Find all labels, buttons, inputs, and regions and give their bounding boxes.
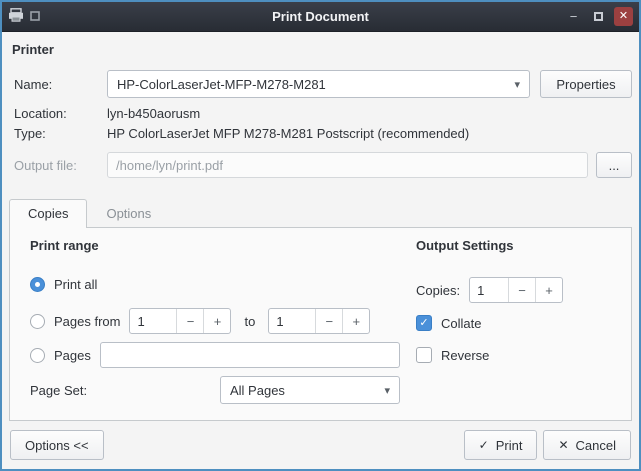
- page-set-label: Page Set:: [30, 383, 87, 398]
- properties-button[interactable]: Properties: [540, 70, 632, 98]
- increment-button[interactable]: +: [203, 309, 230, 333]
- check-icon: ✓: [419, 318, 428, 329]
- cancel-button-label: Cancel: [576, 438, 616, 453]
- print-range-heading: Print range: [30, 238, 408, 253]
- collate-checkbox[interactable]: ✓: [416, 315, 432, 331]
- close-icon: ✕: [619, 11, 628, 22]
- check-icon: ✓: [479, 438, 489, 452]
- pages-from-row: Pages from 1 − + to 1: [30, 308, 408, 334]
- print-button-label: Print: [496, 438, 523, 453]
- decrement-button[interactable]: −: [315, 309, 342, 333]
- copies-label: Copies:: [416, 283, 460, 298]
- page-set-row: Page Set: All Pages ▾: [30, 376, 408, 404]
- pages-from-label: Pages from: [54, 314, 120, 329]
- chevron-down-icon: ▾: [384, 384, 390, 397]
- copies-tab-panel: Print range Print all Pages from 1 −: [9, 227, 632, 421]
- pages-input[interactable]: [100, 342, 400, 368]
- print-notebook: Copies Options Print range Print all Pag…: [9, 199, 632, 421]
- increment-button[interactable]: +: [535, 278, 562, 302]
- printer-type-value: HP ColorLaserJet MFP M278-M281 Postscrip…: [107, 126, 469, 141]
- minimize-button[interactable]: −: [564, 7, 583, 26]
- dialog-content: Printer Name: HP-ColorLaserJet-MFP-M278-…: [2, 32, 639, 469]
- printer-window-icon: [8, 8, 24, 25]
- pages-from-radio[interactable]: [30, 314, 45, 329]
- print-all-label: Print all: [54, 277, 97, 292]
- reverse-row[interactable]: Reverse: [416, 347, 631, 363]
- reverse-label: Reverse: [441, 348, 489, 363]
- printer-name-value: HP-ColorLaserJet-MFP-M278-M281: [117, 77, 326, 92]
- pages-row: Pages: [30, 342, 408, 368]
- tab-copies[interactable]: Copies: [9, 199, 87, 228]
- pages-from-input[interactable]: 1: [130, 309, 176, 333]
- printer-name-label: Name:: [9, 77, 107, 92]
- printer-location-label: Location:: [9, 106, 107, 121]
- window-title: Print Document: [2, 9, 639, 24]
- cancel-button[interactable]: ✕ Cancel: [543, 430, 631, 460]
- pages-to-input[interactable]: 1: [269, 309, 315, 333]
- copies-row: Copies: 1 − +: [416, 277, 631, 303]
- close-button[interactable]: ✕: [614, 7, 633, 26]
- titlebar[interactable]: Print Document − ✕: [2, 2, 639, 32]
- printer-name-row: Name: HP-ColorLaserJet-MFP-M278-M281 ▾ P…: [9, 70, 632, 98]
- copies-spinner[interactable]: 1 − +: [469, 277, 563, 303]
- pages-label: Pages: [54, 348, 91, 363]
- page-set-value: All Pages: [230, 383, 285, 398]
- printer-location-row: Location: lyn-b450aorusm: [9, 106, 632, 121]
- copies-input[interactable]: 1: [470, 278, 508, 302]
- browse-button[interactable]: ...: [596, 152, 632, 178]
- plus-icon: +: [353, 314, 361, 329]
- pages-to-spinner[interactable]: 1 − +: [268, 308, 370, 334]
- pages-from-value: 1: [137, 314, 144, 329]
- output-settings-heading: Output Settings: [416, 238, 631, 253]
- chevron-down-icon: ▾: [514, 78, 520, 91]
- collate-row[interactable]: ✓ Collate: [416, 315, 631, 331]
- maximize-icon: [594, 12, 603, 21]
- printer-type-row: Type: HP ColorLaserJet MFP M278-M281 Pos…: [9, 126, 632, 141]
- to-label: to: [244, 314, 255, 329]
- tab-bar: Copies Options: [9, 199, 632, 227]
- print-range-group: Print range Print all Pages from 1 −: [10, 228, 408, 420]
- reverse-checkbox[interactable]: [416, 347, 432, 363]
- options-toggle-button[interactable]: Options <<: [10, 430, 104, 460]
- decrement-button[interactable]: −: [176, 309, 203, 333]
- increment-button[interactable]: +: [342, 309, 369, 333]
- printer-location-value: lyn-b450aorusm: [107, 106, 200, 121]
- minus-icon: −: [518, 283, 526, 298]
- pages-to-value: 1: [276, 314, 283, 329]
- collate-label: Collate: [441, 316, 481, 331]
- minus-icon: −: [187, 314, 195, 329]
- minus-icon: −: [326, 314, 334, 329]
- output-file-row: Output file: /home/lyn/print.pdf ...: [9, 152, 632, 178]
- print-all-row[interactable]: Print all: [30, 277, 408, 292]
- printer-name-select[interactable]: HP-ColorLaserJet-MFP-M278-M281 ▾: [107, 70, 530, 98]
- app-menu-icon[interactable]: [30, 9, 40, 24]
- print-dialog-window: Print Document − ✕ Printer Name: HP-Colo…: [0, 0, 641, 471]
- output-file-value: /home/lyn/print.pdf: [116, 158, 223, 173]
- output-settings-group: Output Settings Copies: 1 − +: [408, 228, 631, 420]
- tab-options[interactable]: Options: [87, 199, 170, 228]
- page-set-select[interactable]: All Pages ▾: [220, 376, 400, 404]
- print-all-radio[interactable]: [30, 277, 45, 292]
- dialog-footer: Options << ✓ Print ✕ Cancel: [9, 422, 632, 469]
- output-file-label: Output file:: [9, 158, 107, 173]
- print-button[interactable]: ✓ Print: [464, 430, 538, 460]
- copies-value: 1: [477, 283, 484, 298]
- pages-radio[interactable]: [30, 348, 45, 363]
- maximize-button[interactable]: [589, 7, 608, 26]
- cancel-x-icon: ✕: [558, 438, 568, 452]
- pages-from-spinner[interactable]: 1 − +: [129, 308, 231, 334]
- printer-section-heading: Printer: [12, 42, 632, 57]
- decrement-button[interactable]: −: [508, 278, 535, 302]
- output-file-input: /home/lyn/print.pdf: [107, 152, 588, 178]
- printer-type-label: Type:: [9, 126, 107, 141]
- plus-icon: +: [545, 283, 553, 298]
- plus-icon: +: [214, 314, 222, 329]
- minimize-icon: −: [570, 10, 578, 23]
